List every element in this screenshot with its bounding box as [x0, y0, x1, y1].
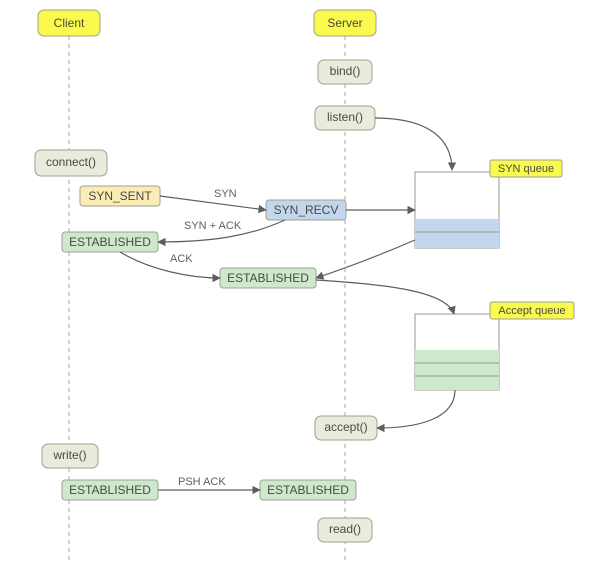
- state-est-client-2-label: ESTABLISHED: [69, 483, 151, 497]
- arrow-accq-to-accept: [377, 390, 455, 428]
- arrow-synq-to-est: [316, 240, 415, 278]
- syn-queue-title: SYN queue: [498, 163, 554, 175]
- arrow-est-to-accq: [316, 280, 454, 314]
- state-est-server-label: ESTABLISHED: [227, 271, 309, 285]
- call-accept: accept(): [315, 416, 377, 440]
- call-bind-label: bind(): [330, 64, 361, 78]
- participant-client: Client: [38, 10, 100, 36]
- edge-syn-label: SYN: [214, 188, 237, 200]
- edge-ack-label: ACK: [170, 253, 193, 265]
- participant-server-label: Server: [327, 16, 362, 30]
- arrow-listen-to-synq: [375, 118, 452, 170]
- state-est-client-1-label: ESTABLISHED: [69, 235, 151, 249]
- participant-client-label: Client: [54, 16, 85, 30]
- call-connect-label: connect(): [46, 155, 96, 169]
- call-listen-label: listen(): [327, 110, 363, 124]
- edge-synack-label: SYN + ACK: [184, 220, 242, 232]
- tcp-sequence-diagram: Client Server bind() listen() connect() …: [0, 0, 590, 566]
- call-bind: bind(): [318, 60, 372, 84]
- accept-queue: Accept queue: [415, 302, 574, 390]
- accept-queue-title: Accept queue: [498, 305, 565, 317]
- call-listen: listen(): [315, 106, 375, 130]
- participant-server: Server: [314, 10, 376, 36]
- edge-pshack-label: PSH ACK: [178, 476, 226, 488]
- state-est-server-2-label: ESTABLISHED: [267, 483, 349, 497]
- call-read-label: read(): [329, 522, 361, 536]
- state-syn-recv-label: SYN_RECV: [274, 203, 339, 217]
- state-syn-sent-label: SYN_SENT: [88, 189, 152, 203]
- arrow-syn: [160, 196, 266, 210]
- call-connect: connect(): [35, 150, 107, 176]
- call-write: write(): [42, 444, 98, 468]
- call-accept-label: accept(): [324, 420, 367, 434]
- call-read: read(): [318, 518, 372, 542]
- call-write-label: write(): [52, 448, 86, 462]
- syn-queue: SYN queue: [415, 160, 562, 248]
